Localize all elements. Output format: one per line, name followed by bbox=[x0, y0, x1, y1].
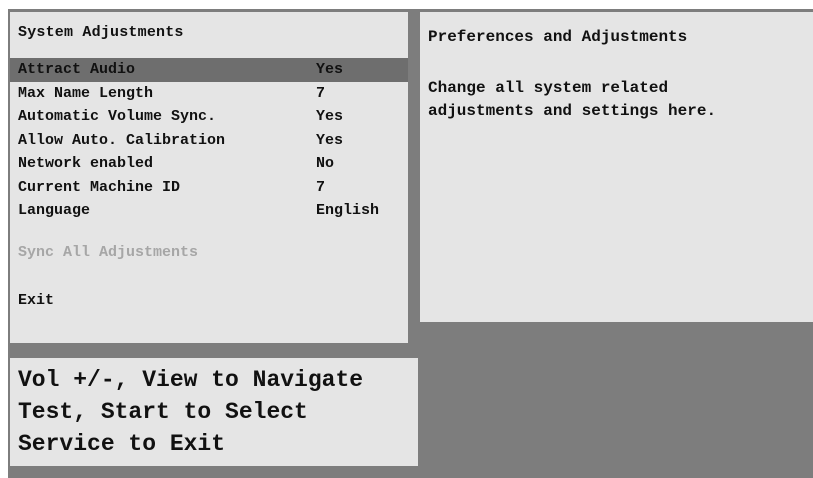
menu-item-automatic-volume-sync[interactable]: Automatic Volume Sync. Yes bbox=[10, 105, 408, 129]
menu-item-value: English bbox=[316, 202, 380, 219]
menu-item-label: Current Machine ID bbox=[18, 178, 181, 196]
menu-item-value: Yes bbox=[316, 61, 344, 78]
menu-item-label: Max Name Length bbox=[18, 84, 154, 102]
menu-item-value: Yes bbox=[316, 108, 344, 125]
description-text: Change all system related adjustments an… bbox=[428, 77, 798, 123]
menu-item-max-name-length[interactable]: Max Name Length 7 bbox=[10, 82, 408, 106]
menu-item-value: Yes bbox=[316, 131, 344, 149]
description-panel: Preferences and Adjustments Change all s… bbox=[420, 12, 813, 322]
menu-item-value: 7 bbox=[316, 84, 326, 102]
menu-item-label: Attract Audio bbox=[18, 61, 136, 78]
description-line: adjustments and settings here. bbox=[428, 102, 717, 120]
menu-item-attract-audio[interactable]: Attract Audio Yes bbox=[10, 58, 408, 82]
help-line-exit: Service to Exit bbox=[18, 431, 226, 457]
adjustments-list: Attract Audio Yes Max Name Length 7 Auto… bbox=[10, 58, 408, 223]
menu-item-allow-auto-calibration[interactable]: Allow Auto. Calibration Yes bbox=[10, 129, 408, 153]
help-line-navigate: Vol +/-, View to Navigate bbox=[18, 367, 364, 393]
menu-item-label: Language bbox=[18, 202, 91, 219]
menu-item-language[interactable]: Language English bbox=[10, 199, 408, 223]
menu-item-label: Network enabled bbox=[18, 155, 154, 172]
controls-help-panel: Vol +/-, View to Navigate Test, Start to… bbox=[10, 358, 418, 466]
menu-item-value: 7 bbox=[316, 178, 326, 196]
menu-item-network-enabled[interactable]: Network enabled No bbox=[10, 152, 408, 176]
menu-item-label: Automatic Volume Sync. bbox=[18, 108, 217, 125]
menu-item-current-machine-id[interactable]: Current Machine ID 7 bbox=[10, 176, 408, 200]
help-line-select: Test, Start to Select bbox=[18, 399, 308, 425]
description-title: Preferences and Adjustments bbox=[428, 28, 688, 46]
exit-item[interactable]: Exit bbox=[18, 292, 54, 309]
description-line: Change all system related bbox=[428, 79, 669, 97]
operator-menu-screen: System Adjustments Attract Audio Yes Max… bbox=[8, 9, 813, 478]
menu-item-value: No bbox=[316, 155, 335, 172]
sync-all-adjustments-item[interactable]: Sync All Adjustments bbox=[18, 244, 198, 261]
adjustments-menu-panel: System Adjustments Attract Audio Yes Max… bbox=[10, 12, 408, 343]
menu-title: System Adjustments bbox=[18, 24, 184, 41]
menu-item-label: Allow Auto. Calibration bbox=[18, 131, 226, 149]
